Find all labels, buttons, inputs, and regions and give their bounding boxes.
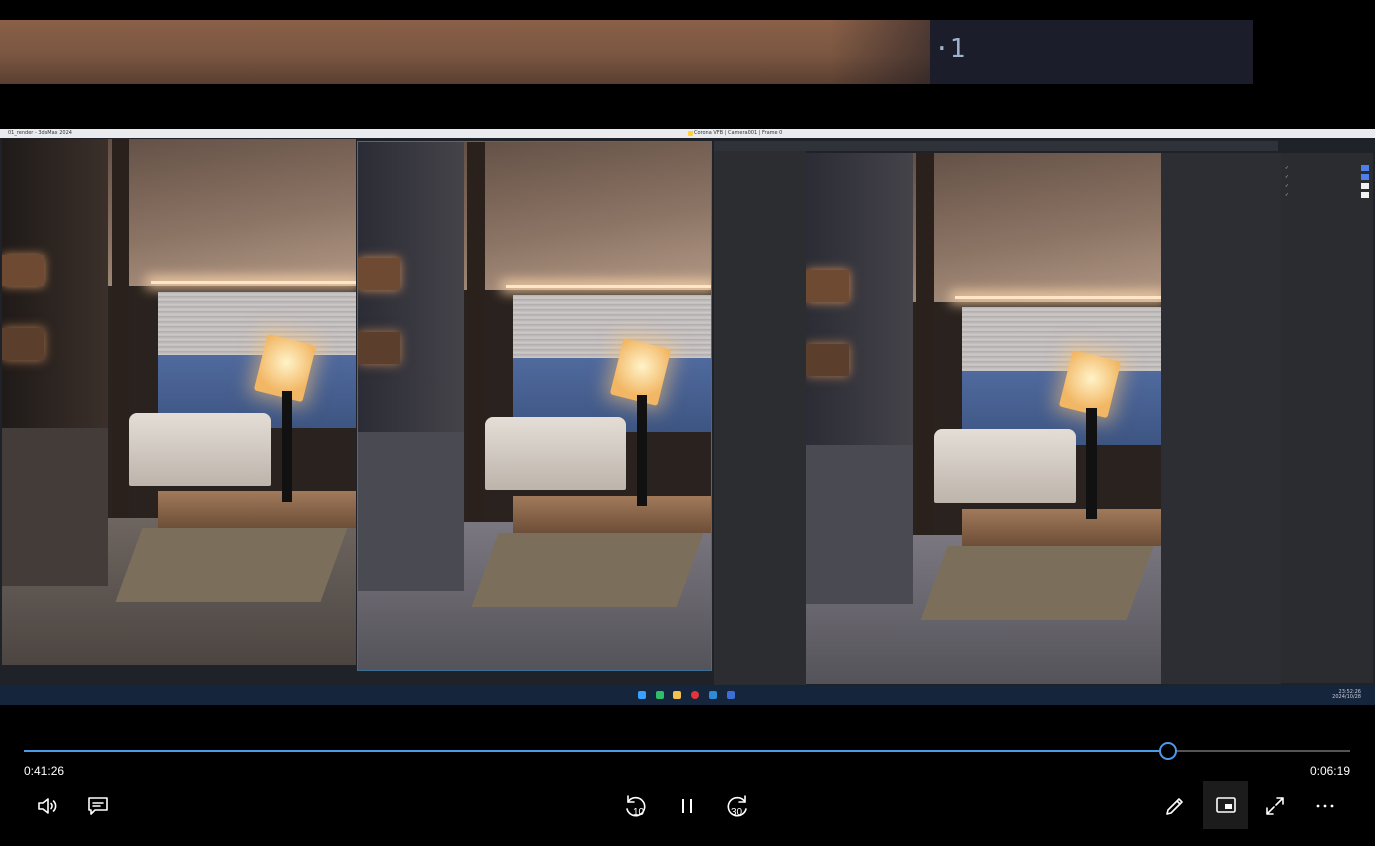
rewind-10-label: 10 xyxy=(633,807,645,818)
draw-button[interactable] xyxy=(1159,790,1191,822)
right-window-title: Corona VFB | Camera001 | Frame 0 xyxy=(694,130,783,136)
chat-app-icon xyxy=(656,691,664,699)
right-window-titlebar: Corona VFB | Camera001 | Frame 0 xyxy=(686,129,1375,138)
seek-bar-thumb[interactable] xyxy=(1159,742,1177,760)
more-icon xyxy=(1316,804,1334,808)
rewind-10-icon: 10 xyxy=(626,795,646,818)
viewport-render-cool xyxy=(357,141,712,671)
vfb-left-margin xyxy=(714,151,806,685)
remaining-time: 0:06:19 xyxy=(1309,764,1350,778)
fullscreen-button[interactable] xyxy=(1259,790,1291,822)
frame-glyph: ·1 xyxy=(934,34,966,64)
volume-icon xyxy=(38,798,57,814)
app-icon-1 xyxy=(709,691,717,699)
volume-button[interactable] xyxy=(32,790,64,822)
vfb-toolbar xyxy=(714,141,1278,151)
os-taskbar: 23:52:26 2024/10/28 xyxy=(0,686,1375,705)
elapsed-time: 0:41:26 xyxy=(24,764,65,778)
pen-icon xyxy=(1166,798,1183,815)
app-icon-2 xyxy=(727,691,735,699)
previous-video-frame: ·1 xyxy=(0,20,1253,84)
more-button[interactable] xyxy=(1309,790,1341,822)
video-frame: 01_render - 3dsMax 2024 Corona VFB | Cam… xyxy=(0,129,1375,705)
vfb-layers-panel: ✓ ✓ ✓ ✓ xyxy=(1281,153,1373,683)
tray-date: 2024/10/28 xyxy=(1332,694,1361,700)
app-icon xyxy=(688,131,693,136)
folder-icon xyxy=(673,691,681,699)
captions-icon xyxy=(88,797,108,815)
seek-bar[interactable] xyxy=(24,742,1350,760)
forward-30-label: 30 xyxy=(731,807,743,818)
mini-player-button[interactable] xyxy=(1203,781,1248,829)
left-window-title: 01_render - 3dsMax 2024 xyxy=(8,130,72,136)
dark-frame-area xyxy=(930,20,1253,84)
left-window-titlebar: 01_render - 3dsMax 2024 xyxy=(0,129,692,138)
warm-frame-area xyxy=(0,20,950,84)
captions-button[interactable] xyxy=(82,790,114,822)
mini-player-icon xyxy=(1215,797,1236,813)
forward-30-icon: 30 xyxy=(727,795,747,818)
vfb-right-margin xyxy=(1161,153,1281,684)
viewport-render-final xyxy=(806,153,1161,684)
seek-bar-fill xyxy=(24,750,1167,752)
pause-icon xyxy=(682,799,692,813)
viewport-render-warm xyxy=(2,139,356,665)
browser-icon xyxy=(691,691,699,699)
start-icon xyxy=(638,691,646,699)
fullscreen-icon xyxy=(1266,797,1284,815)
forward-30-button[interactable]: 30 xyxy=(721,790,753,822)
pause-button[interactable] xyxy=(671,790,703,822)
rewind-10-button[interactable]: 10 xyxy=(620,790,652,822)
system-tray: 23:52:26 2024/10/28 xyxy=(1332,690,1361,700)
